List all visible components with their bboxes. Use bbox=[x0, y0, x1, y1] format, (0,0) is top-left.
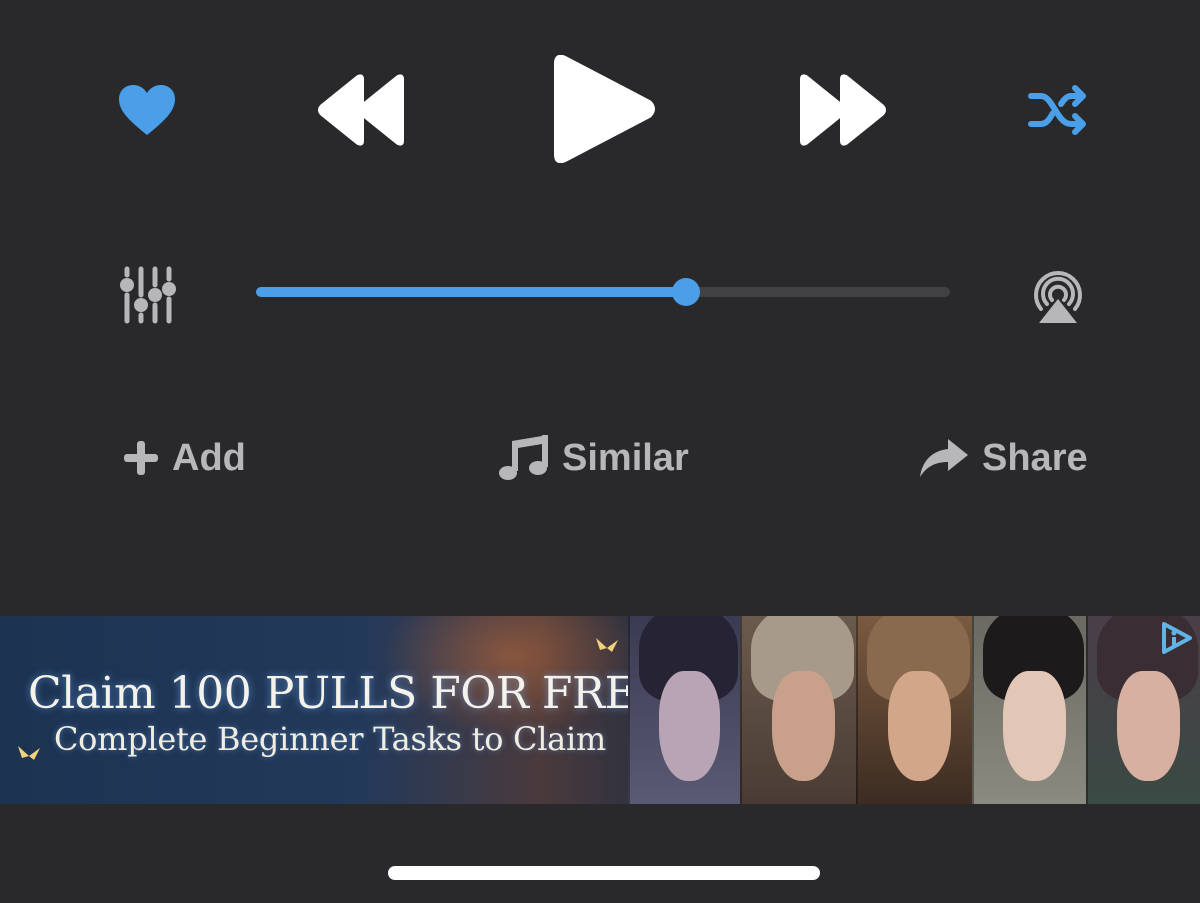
similar-button[interactable]: Similar bbox=[498, 430, 689, 486]
home-indicator[interactable] bbox=[388, 866, 820, 880]
add-label: Add bbox=[172, 436, 246, 479]
share-arrow-icon bbox=[920, 439, 968, 477]
airplay-icon bbox=[1034, 271, 1082, 323]
butterfly-icon bbox=[596, 638, 618, 652]
ad-character-portrait bbox=[972, 616, 1086, 804]
ad-character-portrait bbox=[628, 616, 740, 804]
fast-forward-button[interactable] bbox=[792, 68, 892, 152]
equalizer-button[interactable] bbox=[112, 262, 182, 328]
ad-banner[interactable]: Claim 100 PULLS FOR FREE Complete Beginn… bbox=[0, 616, 1200, 804]
music-note-icon bbox=[499, 435, 548, 480]
share-button[interactable]: Share bbox=[918, 430, 1088, 486]
ad-character-portrait bbox=[740, 616, 856, 804]
player-screen: Add Similar Share Claim 100 PULLS FOR FR… bbox=[0, 0, 1200, 903]
volume-fill bbox=[256, 287, 687, 297]
share-label: Share bbox=[982, 436, 1088, 479]
shuffle-button[interactable] bbox=[1024, 80, 1094, 140]
volume-slider[interactable] bbox=[256, 278, 950, 306]
volume-thumb[interactable] bbox=[672, 278, 701, 306]
ad-character-portrait bbox=[856, 616, 972, 804]
plus-icon bbox=[124, 441, 158, 475]
ad-subline: Complete Beginner Tasks to Claim bbox=[54, 720, 606, 758]
airplay-button[interactable] bbox=[1024, 266, 1092, 328]
similar-label: Similar bbox=[562, 436, 689, 479]
equalizer-icon bbox=[120, 266, 176, 324]
ad-character-art bbox=[628, 616, 1200, 804]
fast-forward-icon bbox=[800, 74, 886, 146]
shuffle-icon bbox=[1028, 85, 1086, 135]
add-button[interactable]: Add bbox=[122, 430, 246, 486]
ad-choices-icon[interactable] bbox=[1156, 618, 1196, 658]
heart-icon bbox=[119, 85, 175, 135]
rewind-button[interactable] bbox=[312, 68, 412, 152]
play-button[interactable] bbox=[540, 50, 664, 168]
ad-headline: Claim 100 PULLS FOR FREE bbox=[28, 668, 668, 719]
play-icon bbox=[554, 55, 655, 163]
favorite-button[interactable] bbox=[112, 78, 182, 142]
butterfly-icon bbox=[18, 746, 40, 760]
rewind-icon bbox=[318, 74, 404, 146]
